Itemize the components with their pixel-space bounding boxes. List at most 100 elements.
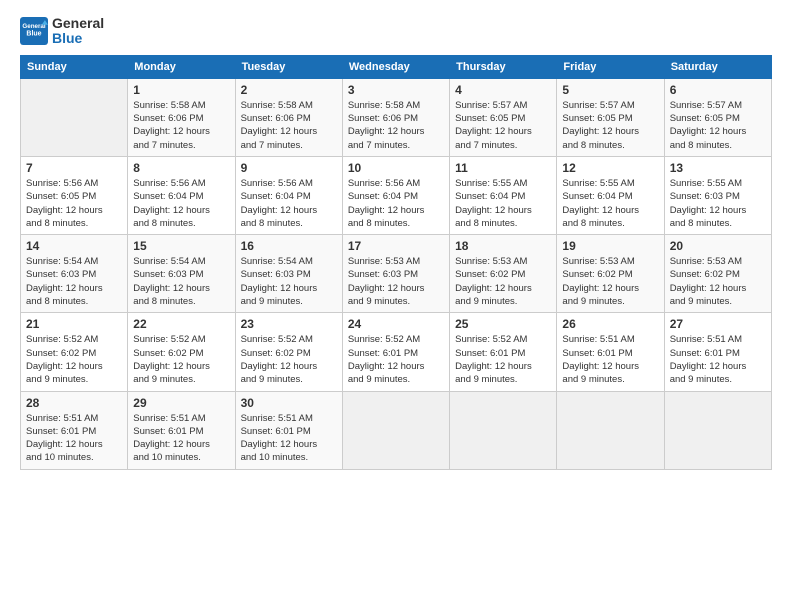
day-number: 27	[670, 317, 766, 331]
day-info: Sunrise: 5:56 AM Sunset: 6:04 PM Dayligh…	[133, 177, 229, 230]
calendar-cell: 14 Sunrise: 5:54 AM Sunset: 6:03 PM Dayli…	[21, 235, 128, 313]
calendar-week-5: 28 Sunrise: 5:51 AM Sunset: 6:01 PM Dayli…	[21, 391, 772, 469]
day-info: Sunrise: 5:56 AM Sunset: 6:04 PM Dayligh…	[241, 177, 337, 230]
day-number: 25	[455, 317, 551, 331]
day-info: Sunrise: 5:55 AM Sunset: 6:04 PM Dayligh…	[562, 177, 658, 230]
calendar-cell: 28 Sunrise: 5:51 AM Sunset: 6:01 PM Dayli…	[21, 391, 128, 469]
day-number: 3	[348, 83, 444, 97]
logo-icon: General Blue	[20, 17, 48, 45]
calendar-cell: 9Sunrise: 5:56 AM Sunset: 6:04 PM Daylig…	[235, 156, 342, 234]
svg-text:General: General	[22, 23, 45, 30]
svg-text:Blue: Blue	[26, 31, 41, 38]
col-header-tuesday: Tuesday	[235, 55, 342, 78]
day-info: Sunrise: 5:52 AM Sunset: 6:02 PM Dayligh…	[133, 333, 229, 386]
col-header-sunday: Sunday	[21, 55, 128, 78]
day-number: 24	[348, 317, 444, 331]
calendar-cell: 25 Sunrise: 5:52 AM Sunset: 6:01 PM Dayli…	[450, 313, 557, 391]
day-info: Sunrise: 5:55 AM Sunset: 6:04 PM Dayligh…	[455, 177, 551, 230]
calendar-cell: 27 Sunrise: 5:51 AM Sunset: 6:01 PM Dayli…	[664, 313, 771, 391]
calendar-cell	[450, 391, 557, 469]
calendar-cell: 1Sunrise: 5:58 AM Sunset: 6:06 PM Daylig…	[128, 78, 235, 156]
day-info: Sunrise: 5:55 AM Sunset: 6:03 PM Dayligh…	[670, 177, 766, 230]
calendar-cell: 22 Sunrise: 5:52 AM Sunset: 6:02 PM Dayli…	[128, 313, 235, 391]
calendar-cell: 3 Sunrise: 5:58 AM Sunset: 6:06 PM Daylig…	[342, 78, 449, 156]
day-number: 5	[562, 83, 658, 97]
calendar-cell: 19 Sunrise: 5:53 AM Sunset: 6:02 PM Dayli…	[557, 235, 664, 313]
calendar-cell	[342, 391, 449, 469]
day-number: 13	[670, 161, 766, 175]
calendar-cell	[21, 78, 128, 156]
logo-text-general: General	[52, 16, 104, 31]
calendar-cell	[557, 391, 664, 469]
day-number: 17	[348, 239, 444, 253]
day-number: 7	[26, 161, 122, 175]
day-number: 12	[562, 161, 658, 175]
calendar-cell: 29Sunrise: 5:51 AM Sunset: 6:01 PM Dayli…	[128, 391, 235, 469]
calendar-cell: 7 Sunrise: 5:56 AM Sunset: 6:05 PM Daylig…	[21, 156, 128, 234]
day-number: 6	[670, 83, 766, 97]
day-info: Sunrise: 5:57 AM Sunset: 6:05 PM Dayligh…	[670, 99, 766, 152]
day-number: 2	[241, 83, 337, 97]
calendar-cell: 5 Sunrise: 5:57 AM Sunset: 6:05 PM Daylig…	[557, 78, 664, 156]
day-info: Sunrise: 5:54 AM Sunset: 6:03 PM Dayligh…	[133, 255, 229, 308]
day-info: Sunrise: 5:53 AM Sunset: 6:02 PM Dayligh…	[455, 255, 551, 308]
day-number: 8	[133, 161, 229, 175]
day-info: Sunrise: 5:51 AM Sunset: 6:01 PM Dayligh…	[562, 333, 658, 386]
day-info: Sunrise: 5:52 AM Sunset: 6:01 PM Dayligh…	[455, 333, 551, 386]
day-info: Sunrise: 5:53 AM Sunset: 6:02 PM Dayligh…	[562, 255, 658, 308]
calendar-cell: 24 Sunrise: 5:52 AM Sunset: 6:01 PM Dayli…	[342, 313, 449, 391]
day-info: Sunrise: 5:56 AM Sunset: 6:04 PM Dayligh…	[348, 177, 444, 230]
day-info: Sunrise: 5:53 AM Sunset: 6:03 PM Dayligh…	[348, 255, 444, 308]
day-number: 4	[455, 83, 551, 97]
day-info: Sunrise: 5:54 AM Sunset: 6:03 PM Dayligh…	[26, 255, 122, 308]
calendar-cell: 20 Sunrise: 5:53 AM Sunset: 6:02 PM Dayli…	[664, 235, 771, 313]
calendar-cell: 4 Sunrise: 5:57 AM Sunset: 6:05 PM Daylig…	[450, 78, 557, 156]
col-header-saturday: Saturday	[664, 55, 771, 78]
calendar-week-2: 7 Sunrise: 5:56 AM Sunset: 6:05 PM Daylig…	[21, 156, 772, 234]
day-info: Sunrise: 5:56 AM Sunset: 6:05 PM Dayligh…	[26, 177, 122, 230]
day-info: Sunrise: 5:58 AM Sunset: 6:06 PM Dayligh…	[133, 99, 229, 152]
day-number: 23	[241, 317, 337, 331]
calendar-table: SundayMondayTuesdayWednesdayThursdayFrid…	[20, 55, 772, 470]
day-number: 16	[241, 239, 337, 253]
day-info: Sunrise: 5:58 AM Sunset: 6:06 PM Dayligh…	[241, 99, 337, 152]
day-number: 11	[455, 161, 551, 175]
calendar-cell: 13 Sunrise: 5:55 AM Sunset: 6:03 PM Dayli…	[664, 156, 771, 234]
day-number: 22	[133, 317, 229, 331]
day-number: 15	[133, 239, 229, 253]
day-number: 20	[670, 239, 766, 253]
day-number: 29	[133, 396, 229, 410]
calendar-cell: 10Sunrise: 5:56 AM Sunset: 6:04 PM Dayli…	[342, 156, 449, 234]
day-number: 30	[241, 396, 337, 410]
calendar-cell: 18Sunrise: 5:53 AM Sunset: 6:02 PM Dayli…	[450, 235, 557, 313]
day-info: Sunrise: 5:57 AM Sunset: 6:05 PM Dayligh…	[455, 99, 551, 152]
day-info: Sunrise: 5:51 AM Sunset: 6:01 PM Dayligh…	[26, 412, 122, 465]
day-info: Sunrise: 5:52 AM Sunset: 6:02 PM Dayligh…	[26, 333, 122, 386]
calendar-cell: 23 Sunrise: 5:52 AM Sunset: 6:02 PM Dayli…	[235, 313, 342, 391]
calendar-week-4: 21Sunrise: 5:52 AM Sunset: 6:02 PM Dayli…	[21, 313, 772, 391]
day-info: Sunrise: 5:52 AM Sunset: 6:02 PM Dayligh…	[241, 333, 337, 386]
day-info: Sunrise: 5:58 AM Sunset: 6:06 PM Dayligh…	[348, 99, 444, 152]
calendar-cell: 11 Sunrise: 5:55 AM Sunset: 6:04 PM Dayli…	[450, 156, 557, 234]
day-number: 28	[26, 396, 122, 410]
calendar-cell: 6 Sunrise: 5:57 AM Sunset: 6:05 PM Daylig…	[664, 78, 771, 156]
col-header-thursday: Thursday	[450, 55, 557, 78]
calendar-cell: 26 Sunrise: 5:51 AM Sunset: 6:01 PM Dayli…	[557, 313, 664, 391]
calendar-cell: 16 Sunrise: 5:54 AM Sunset: 6:03 PM Dayli…	[235, 235, 342, 313]
calendar-cell: 21Sunrise: 5:52 AM Sunset: 6:02 PM Dayli…	[21, 313, 128, 391]
calendar-cell: 15 Sunrise: 5:54 AM Sunset: 6:03 PM Dayli…	[128, 235, 235, 313]
day-info: Sunrise: 5:53 AM Sunset: 6:02 PM Dayligh…	[670, 255, 766, 308]
day-number: 19	[562, 239, 658, 253]
day-info: Sunrise: 5:51 AM Sunset: 6:01 PM Dayligh…	[670, 333, 766, 386]
col-header-monday: Monday	[128, 55, 235, 78]
day-info: Sunrise: 5:57 AM Sunset: 6:05 PM Dayligh…	[562, 99, 658, 152]
calendar-cell: 12 Sunrise: 5:55 AM Sunset: 6:04 PM Dayli…	[557, 156, 664, 234]
day-info: Sunrise: 5:54 AM Sunset: 6:03 PM Dayligh…	[241, 255, 337, 308]
calendar-week-3: 14 Sunrise: 5:54 AM Sunset: 6:03 PM Dayli…	[21, 235, 772, 313]
calendar-week-1: 1Sunrise: 5:58 AM Sunset: 6:06 PM Daylig…	[21, 78, 772, 156]
day-number: 26	[562, 317, 658, 331]
logo-text-blue: Blue	[52, 31, 104, 46]
day-info: Sunrise: 5:52 AM Sunset: 6:01 PM Dayligh…	[348, 333, 444, 386]
day-number: 14	[26, 239, 122, 253]
calendar-cell: 2 Sunrise: 5:58 AM Sunset: 6:06 PM Daylig…	[235, 78, 342, 156]
